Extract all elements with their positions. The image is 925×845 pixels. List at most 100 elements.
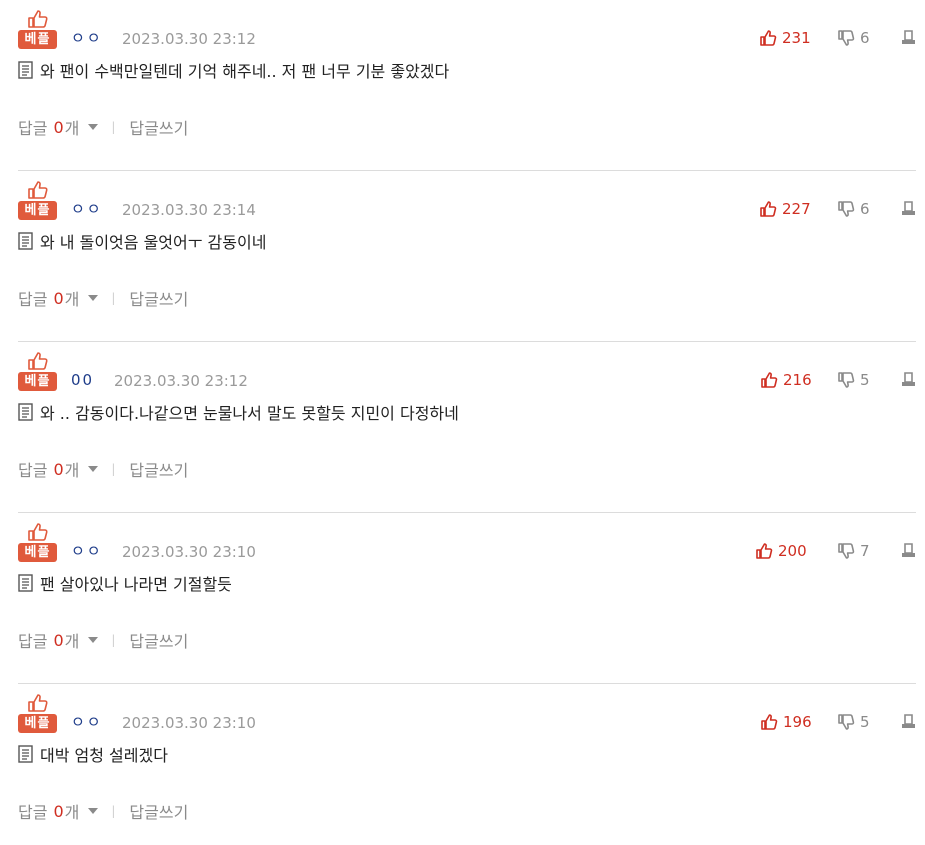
- reply-label: 답글: [18, 290, 48, 309]
- reply-count: 0: [53, 801, 64, 821]
- upvote-button[interactable]: 227: [760, 198, 811, 220]
- upvote-button[interactable]: 216: [761, 369, 812, 391]
- upvote-count: 196: [783, 713, 812, 731]
- comment-text: 팬 살아있나 나라면 기절할듯: [18, 571, 232, 595]
- comment-date: 2023.03.30 23:14: [122, 201, 256, 219]
- reply-bar: 답글 0 개 | 답글쓰기: [18, 628, 188, 652]
- reply-label: 답글: [18, 632, 48, 651]
- comment-author[interactable]: ㅇㅇ: [71, 199, 103, 219]
- thumbs-down-outline-icon: [838, 30, 855, 46]
- downvote-button[interactable]: 6: [838, 198, 870, 220]
- reply-label: 답글: [18, 119, 48, 138]
- reply-label: 답글: [18, 461, 48, 480]
- best-badge: 베플: [18, 10, 58, 50]
- best-label: 베플: [18, 201, 57, 220]
- reply-bar: 답글 0 개 | 답글쓰기: [18, 115, 188, 139]
- document-icon: [18, 574, 33, 592]
- write-reply-link[interactable]: 답글쓰기: [129, 799, 188, 823]
- thumbs-down-outline-icon: [838, 714, 855, 730]
- upvote-button[interactable]: 231: [760, 27, 811, 49]
- reply-bar: 답글 0 개 | 답글쓰기: [18, 457, 188, 481]
- thumbs-up-outline-icon: [760, 201, 777, 217]
- best-label: 베플: [18, 30, 57, 49]
- thumbs-up-icon: [28, 10, 48, 28]
- caret-down-icon[interactable]: [88, 295, 99, 301]
- downvote-count: 5: [860, 713, 870, 731]
- caret-down-icon[interactable]: [88, 637, 99, 643]
- thumbs-up-icon: [28, 181, 48, 199]
- comment-text: 와 .. 감동이다.나같으면 눈물나서 말도 못할듯 지민이 다정하네: [18, 400, 459, 424]
- caret-down-icon[interactable]: [88, 808, 99, 814]
- best-badge: 베플: [18, 352, 58, 392]
- comment-item: 베플 ㅇㅇ 2023.03.30 23:10 200 7 팬 살아있나 나라면 …: [18, 513, 916, 684]
- thumbs-up-outline-icon: [756, 543, 773, 559]
- thumbs-up-outline-icon: [761, 714, 778, 730]
- comment-date: 2023.03.30 23:12: [122, 30, 256, 48]
- comment-author[interactable]: ㅇㅇ: [71, 541, 103, 561]
- best-label: 베플: [18, 543, 57, 562]
- comment-list: 베플 ㅇㅇ 2023.03.30 23:12 231 6 와 팬이 수백만일텐데…: [0, 0, 925, 845]
- reply-count: 0: [53, 288, 64, 308]
- comment-author[interactable]: 00: [71, 370, 94, 390]
- upvote-count: 216: [783, 371, 812, 389]
- upvote-button[interactable]: 200: [756, 540, 807, 562]
- separator: |: [111, 291, 116, 305]
- comment-text: 와 내 돌이엇음 울엇어ㅜ 감동이네: [18, 229, 266, 253]
- report-icon[interactable]: [901, 714, 916, 729]
- separator: |: [111, 462, 116, 476]
- downvote-count: 6: [860, 29, 870, 47]
- comment-author[interactable]: ㅇㅇ: [71, 28, 103, 48]
- thumbs-down-outline-icon: [838, 201, 855, 217]
- comment-text-content: 대박 엄청 설레겠다: [40, 746, 168, 765]
- best-label: 베플: [18, 372, 57, 391]
- downvote-count: 5: [860, 371, 870, 389]
- reply-label: 답글: [18, 803, 48, 822]
- reply-count: 0: [53, 630, 64, 650]
- thumbs-down-outline-icon: [838, 543, 855, 559]
- comment-item: 베플 ㅇㅇ 2023.03.30 23:10 196 5 대박 엄청 설레겠다 …: [18, 684, 916, 845]
- separator: |: [111, 633, 116, 647]
- reply-bar: 답글 0 개 | 답글쓰기: [18, 799, 188, 823]
- reply-bar: 답글 0 개 | 답글쓰기: [18, 286, 188, 310]
- downvote-button[interactable]: 7: [838, 540, 870, 562]
- document-icon: [18, 745, 33, 763]
- comment-date: 2023.03.30 23:10: [122, 714, 256, 732]
- thumbs-up-icon: [28, 694, 48, 712]
- upvote-count: 227: [782, 200, 811, 218]
- caret-down-icon[interactable]: [88, 124, 99, 130]
- report-icon[interactable]: [901, 201, 916, 216]
- downvote-count: 7: [860, 542, 870, 560]
- thumbs-up-icon: [28, 352, 48, 370]
- comment-item: 베플 ㅇㅇ 2023.03.30 23:14 227 6 와 내 돌이엇음 울엇…: [18, 171, 916, 342]
- comment-date: 2023.03.30 23:10: [122, 543, 256, 561]
- reply-unit: 개: [64, 803, 80, 822]
- write-reply-link[interactable]: 답글쓰기: [129, 115, 188, 139]
- thumbs-up-icon: [28, 523, 48, 541]
- downvote-button[interactable]: 5: [838, 369, 870, 391]
- comment-text: 대박 엄청 설레겠다: [18, 742, 168, 766]
- reply-unit: 개: [64, 119, 80, 138]
- best-badge: 베플: [18, 523, 58, 563]
- caret-down-icon[interactable]: [88, 466, 99, 472]
- report-icon[interactable]: [901, 30, 916, 45]
- comment-item: 베플 00 2023.03.30 23:12 216 5 와 .. 감동이다.나…: [18, 342, 916, 513]
- downvote-button[interactable]: 6: [838, 27, 870, 49]
- document-icon: [18, 232, 33, 250]
- comment-date: 2023.03.30 23:12: [114, 372, 248, 390]
- downvote-button[interactable]: 5: [838, 711, 870, 733]
- comment-text-content: 와 내 돌이엇음 울엇어ㅜ 감동이네: [40, 233, 267, 252]
- reply-unit: 개: [64, 290, 80, 309]
- write-reply-link[interactable]: 답글쓰기: [129, 628, 188, 652]
- write-reply-link[interactable]: 답글쓰기: [129, 286, 188, 310]
- comment-text: 와 팬이 수백만일텐데 기억 해주네.. 저 팬 너무 기분 좋았겠다: [18, 58, 449, 82]
- comment-text-content: 와 .. 감동이다.나같으면 눈물나서 말도 못할듯 지민이 다정하네: [40, 404, 459, 423]
- report-icon[interactable]: [901, 543, 916, 558]
- reply-count: 0: [53, 459, 64, 479]
- write-reply-link[interactable]: 답글쓰기: [129, 457, 188, 481]
- comment-text-content: 와 팬이 수백만일텐데 기억 해주네.. 저 팬 너무 기분 좋았겠다: [40, 62, 450, 81]
- document-icon: [18, 61, 33, 79]
- report-icon[interactable]: [901, 372, 916, 387]
- comment-author[interactable]: ㅇㅇ: [71, 712, 103, 732]
- upvote-button[interactable]: 196: [761, 711, 812, 733]
- reply-count: 0: [53, 117, 64, 137]
